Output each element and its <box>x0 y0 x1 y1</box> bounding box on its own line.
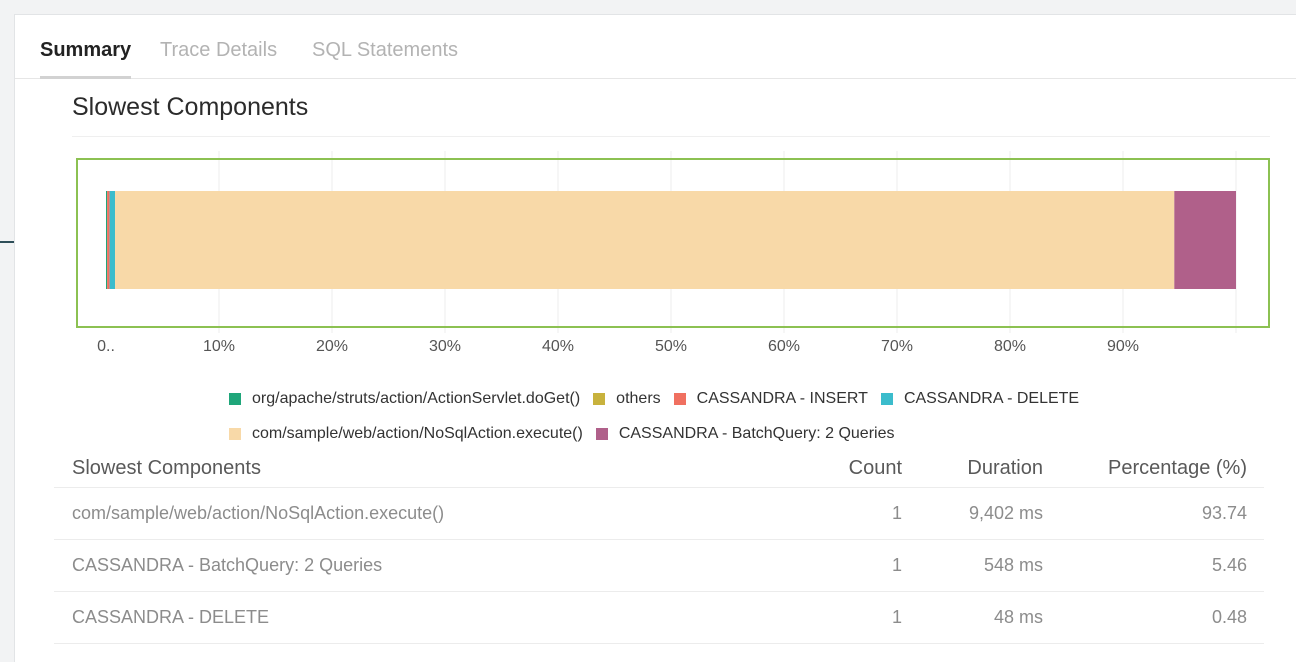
legend-item[interactable]: com/sample/web/action/NoSqlAction.execut… <box>229 425 583 443</box>
slowest-components-chart: 0.. 10% 20% 30% 40% 50% 60% 70% 80% 90% <box>76 151 1270 355</box>
row-percentage: 5.46 <box>1211 555 1247 575</box>
x-tick-label: 70% <box>881 338 913 355</box>
legend-item[interactable]: CASSANDRA - INSERT <box>673 390 868 408</box>
row-component-name: CASSANDRA - BatchQuery: 2 Queries <box>72 555 383 575</box>
row-component-name: com/sample/web/action/NoSqlAction.execut… <box>72 503 445 523</box>
row-percentage: 93.74 <box>1201 503 1247 523</box>
x-tick-label: 80% <box>994 338 1026 355</box>
legend-swatch <box>593 393 606 405</box>
legend-label: CASSANDRA - BatchQuery: 2 Queries <box>618 425 895 442</box>
row-component-name: CASSANDRA - DELETE <box>72 607 270 627</box>
trace-summary-panel: Summary Trace Details SQL Statements Slo… <box>14 14 1296 662</box>
x-tick-label: 30% <box>429 338 461 355</box>
table-header: Slowest Components Count Duration Percen… <box>54 453 1264 488</box>
table-row[interactable]: CASSANDRA - DELETE 1 48 ms 0.48 <box>54 592 1264 644</box>
legend-swatch <box>229 428 241 440</box>
legend-item[interactable]: org/apache/struts/action/ActionServlet.d… <box>229 390 580 408</box>
legend-swatch <box>229 393 241 405</box>
bar-segment <box>1174 191 1236 289</box>
legend-label: others <box>616 390 661 407</box>
legend-label: CASSANDRA - INSERT <box>696 390 868 407</box>
row-count: 1 <box>891 607 902 627</box>
chart-legend-row-2: com/sample/web/action/NoSqlAction.execut… <box>229 423 907 445</box>
x-tick-label: 40% <box>542 338 574 355</box>
row-percentage: 0.48 <box>1211 607 1247 627</box>
legend-item[interactable]: CASSANDRA - BatchQuery: 2 Queries <box>595 425 895 443</box>
x-tick-label: 10% <box>203 338 235 355</box>
legend-item[interactable]: others <box>593 390 661 408</box>
chart-legend-row-1: org/apache/struts/action/ActionServlet.d… <box>229 388 1092 410</box>
slowest-components-table: Slowest Components Count Duration Percen… <box>54 453 1264 644</box>
bar-segment <box>107 191 110 289</box>
legend-label: com/sample/web/action/NoSqlAction.execut… <box>252 425 583 442</box>
legend-item[interactable]: CASSANDRA - DELETE <box>880 390 1080 408</box>
legend-label: CASSANDRA - DELETE <box>903 390 1080 407</box>
x-tick-label: 60% <box>768 338 800 355</box>
x-tick-label: 90% <box>1107 338 1139 355</box>
x-tick-label: 50% <box>655 338 687 355</box>
table-row[interactable]: CASSANDRA - BatchQuery: 2 Queries 1 548 … <box>54 540 1264 592</box>
header-slowest-components[interactable]: Slowest Components <box>72 457 261 480</box>
table-row[interactable]: com/sample/web/action/NoSqlAction.execut… <box>54 488 1264 540</box>
legend-label: org/apache/struts/action/ActionServlet.d… <box>252 390 581 407</box>
header-percentage[interactable]: Percentage (%) <box>1108 457 1247 480</box>
legend-swatch <box>673 393 686 405</box>
bar-segment <box>109 191 116 289</box>
row-count: 1 <box>891 503 902 523</box>
bar-segment <box>115 191 1175 289</box>
header-count[interactable]: Count <box>849 457 902 480</box>
legend-swatch <box>595 428 608 440</box>
row-count: 1 <box>891 555 902 575</box>
row-duration: 48 ms <box>993 607 1043 627</box>
legend-swatch <box>880 393 893 405</box>
bar-segment <box>106 191 108 289</box>
x-tick-label: 0.. <box>97 338 115 355</box>
row-duration: 9,402 ms <box>968 503 1043 523</box>
x-tick-label: 20% <box>316 338 348 355</box>
header-duration[interactable]: Duration <box>967 457 1043 480</box>
row-duration: 548 ms <box>983 555 1043 575</box>
